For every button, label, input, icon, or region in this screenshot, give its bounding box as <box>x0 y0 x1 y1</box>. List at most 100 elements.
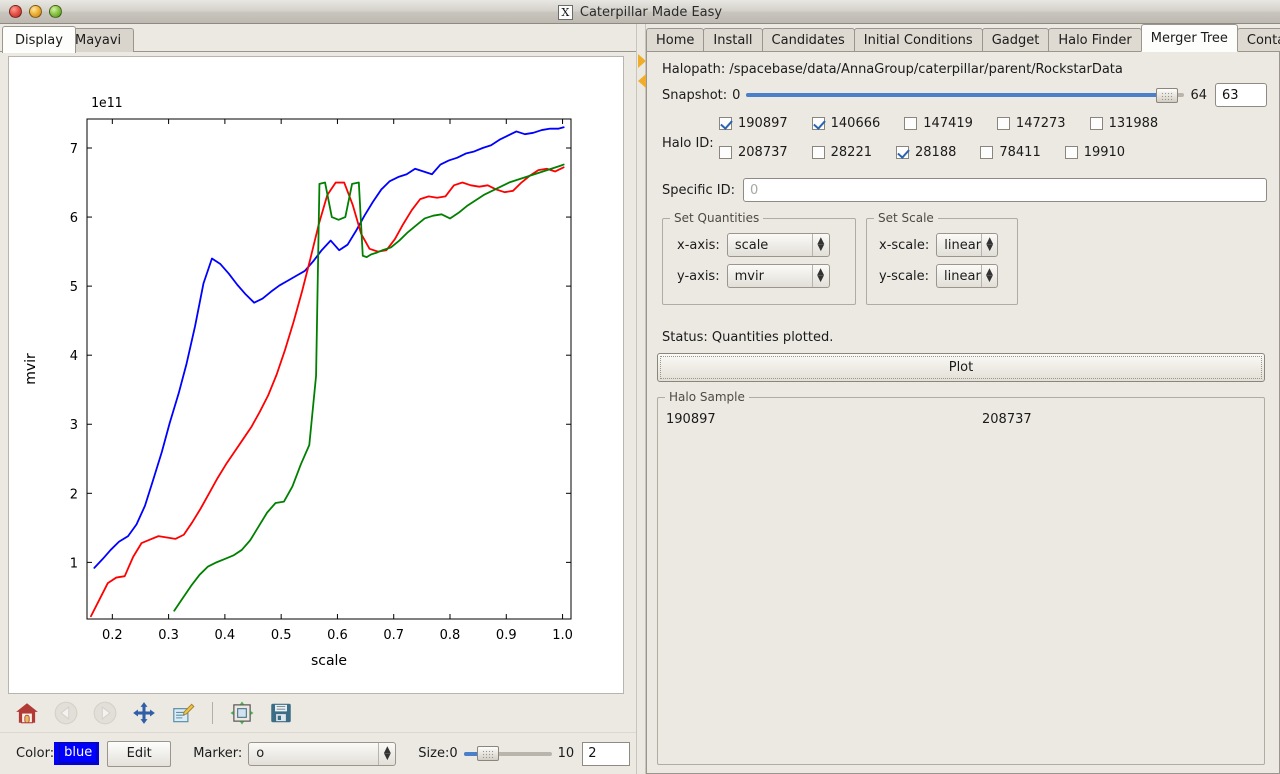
save-floppy-icon[interactable] <box>268 700 294 726</box>
specific-id-input[interactable]: 0 <box>742 178 1267 202</box>
halo-id-checkbox-28188[interactable]: 28188 <box>896 145 956 160</box>
subplot-config-icon[interactable] <box>229 700 255 726</box>
x-tick-label: 0.7 <box>383 628 404 643</box>
tab-merger-tree[interactable]: Merger Tree <box>1140 24 1238 52</box>
halo-id-checkbox-131988[interactable]: 131988 <box>1089 116 1159 131</box>
tab-label: Gadget <box>991 32 1040 48</box>
y-axis-label: mvir <box>23 353 39 385</box>
halo-id-checkbox-208737[interactable]: 208737 <box>719 145 788 160</box>
halo-id-checkbox-28221[interactable]: 28221 <box>811 145 872 160</box>
tab-label: Install <box>713 32 753 48</box>
matplotlib-figure-canvas[interactable]: 1e11 0.2 0.3 0.4 0.5 0.6 0.7 0.8 0.9 1.0 1 2 3 4 5 6 7 sc… <box>8 56 624 694</box>
halo-id-checkbox-190897[interactable]: 190897 <box>719 116 788 131</box>
halo-id-label: 147419 <box>923 116 973 131</box>
halo-sample-entry-0[interactable]: 190897 <box>666 412 716 427</box>
tab-install[interactable]: Install <box>703 28 763 52</box>
halo-id-label: 131988 <box>1108 116 1159 131</box>
chevron-updown-icon[interactable]: ▲ ▼ <box>378 742 395 765</box>
edit-color-button[interactable]: Edit <box>107 740 172 767</box>
x-scale-value: linear <box>944 237 982 253</box>
checkbox-unchecked-icon[interactable] <box>980 146 994 159</box>
specific-id-row: Specific ID: 0 <box>662 178 1267 202</box>
halo-id-label: 208737 <box>738 145 788 160</box>
marker-size-input[interactable]: 2 <box>582 741 631 766</box>
tab-label: Contam. <box>1246 32 1280 48</box>
y-axis-offset-label: 1e11 <box>91 96 122 111</box>
y-tick-label: 1 <box>70 556 78 571</box>
tab-mayavi-label: Mayavi <box>75 33 122 48</box>
halo-id-checkbox-147419[interactable]: 147419 <box>904 116 973 131</box>
chevron-updown-icon[interactable]: ▲ ▼ <box>811 265 829 287</box>
tab-contam[interactable]: Contam. <box>1236 28 1280 52</box>
snapshot-input[interactable]: 63 <box>1215 83 1267 107</box>
slider-handle[interactable] <box>1155 87 1178 103</box>
halo-id-row-1: 190897 140666 147419 147273 131988 <box>719 116 1158 131</box>
pan-move-icon[interactable] <box>131 700 157 726</box>
y-axis-value: mvir <box>734 268 764 284</box>
window-title: Caterpillar Made Easy <box>579 4 723 20</box>
tab-initial-conditions[interactable]: Initial Conditions <box>853 28 983 52</box>
size-max-label: 10 <box>557 746 575 761</box>
chevron-updown-icon[interactable]: ▲ ▼ <box>811 234 829 256</box>
tab-label: Merger Tree <box>1150 30 1228 46</box>
x-axis-value: scale <box>734 237 769 253</box>
close-button[interactable] <box>9 5 22 18</box>
x-tick-label: 0.2 <box>102 628 123 643</box>
home-icon[interactable] <box>14 700 40 726</box>
color-swatch[interactable]: blue <box>54 742 100 765</box>
back-arrow-icon[interactable] <box>53 700 79 726</box>
chevron-updown-icon[interactable]: ▲ ▼ <box>981 234 997 256</box>
x-tick-label: 1.0 <box>552 628 573 643</box>
checkbox-checked-icon[interactable] <box>896 146 909 159</box>
plot-button[interactable]: Plot <box>657 353 1265 382</box>
zoom-rect-icon[interactable] <box>170 700 196 726</box>
y-scale-combobox[interactable]: linear ▲ ▼ <box>936 264 999 288</box>
halo-id-label: 190897 <box>738 116 788 131</box>
halo-id-checkbox-78411[interactable]: 78411 <box>980 145 1041 160</box>
set-scale-title: Set Scale <box>874 211 938 225</box>
marker-combobox[interactable]: o ▲ ▼ <box>248 741 397 766</box>
tab-display[interactable]: Display <box>2 26 76 53</box>
checkbox-checked-icon[interactable] <box>811 117 825 130</box>
halopath-row: Halopath: /spacebase/data/AnnaGroup/cate… <box>662 62 1123 77</box>
x-tick-label: 0.4 <box>215 628 236 643</box>
checkbox-unchecked-icon[interactable] <box>1064 146 1078 159</box>
checkbox-unchecked-icon[interactable] <box>811 146 825 159</box>
checkbox-unchecked-icon[interactable] <box>996 117 1010 130</box>
snapshot-slider[interactable] <box>746 86 1185 104</box>
checkbox-checked-icon[interactable] <box>719 117 732 130</box>
tab-gadget[interactable]: Gadget <box>981 28 1050 52</box>
left-pane-tabbar: Display Mayavi <box>0 24 636 53</box>
slider-handle[interactable] <box>476 746 499 761</box>
x-scale-row: x-scale: linear ▲ ▼ <box>879 233 999 257</box>
checkbox-unchecked-icon[interactable] <box>904 117 918 130</box>
tab-home[interactable]: Home <box>646 28 705 52</box>
x-scale-combobox[interactable]: linear ▲ ▼ <box>936 233 999 257</box>
halo-id-checkbox-140666[interactable]: 140666 <box>811 116 880 131</box>
halo-id-checkbox-19910[interactable]: 19910 <box>1064 145 1125 160</box>
checkbox-unchecked-icon[interactable] <box>1089 117 1103 130</box>
forward-arrow-icon[interactable] <box>92 700 118 726</box>
marker-size-slider[interactable] <box>463 745 552 763</box>
x-axis-combobox[interactable]: scale ▲ ▼ <box>726 233 830 257</box>
expand-right-arrow-icon[interactable] <box>638 54 646 68</box>
checkbox-unchecked-icon[interactable] <box>719 146 732 159</box>
halopath-value: /spacebase/data/AnnaGroup/caterpillar/pa… <box>729 62 1123 77</box>
color-input[interactable]: blue <box>59 742 98 763</box>
halo-id-checkbox-147273[interactable]: 147273 <box>996 116 1066 131</box>
pane-splitter[interactable] <box>636 24 646 774</box>
maximize-button[interactable] <box>49 5 62 18</box>
minimize-button[interactable] <box>29 5 42 18</box>
y-tick-label: 4 <box>70 349 78 364</box>
x-tick-label: 0.3 <box>158 628 179 643</box>
chevron-updown-icon[interactable]: ▲ ▼ <box>980 265 997 287</box>
y-axis-combobox[interactable]: mvir ▲ ▼ <box>726 264 830 288</box>
collapse-left-arrow-icon[interactable] <box>638 74 646 88</box>
x-scale-label: x-scale: <box>879 237 930 253</box>
x-axis-label: scale <box>311 653 347 669</box>
specific-id-label: Specific ID: <box>662 182 735 198</box>
tab-label: Candidates <box>771 32 845 48</box>
halo-sample-entry-1[interactable]: 208737 <box>982 412 1032 427</box>
tab-halo-finder[interactable]: Halo Finder <box>1048 28 1142 52</box>
tab-candidates[interactable]: Candidates <box>761 28 855 52</box>
